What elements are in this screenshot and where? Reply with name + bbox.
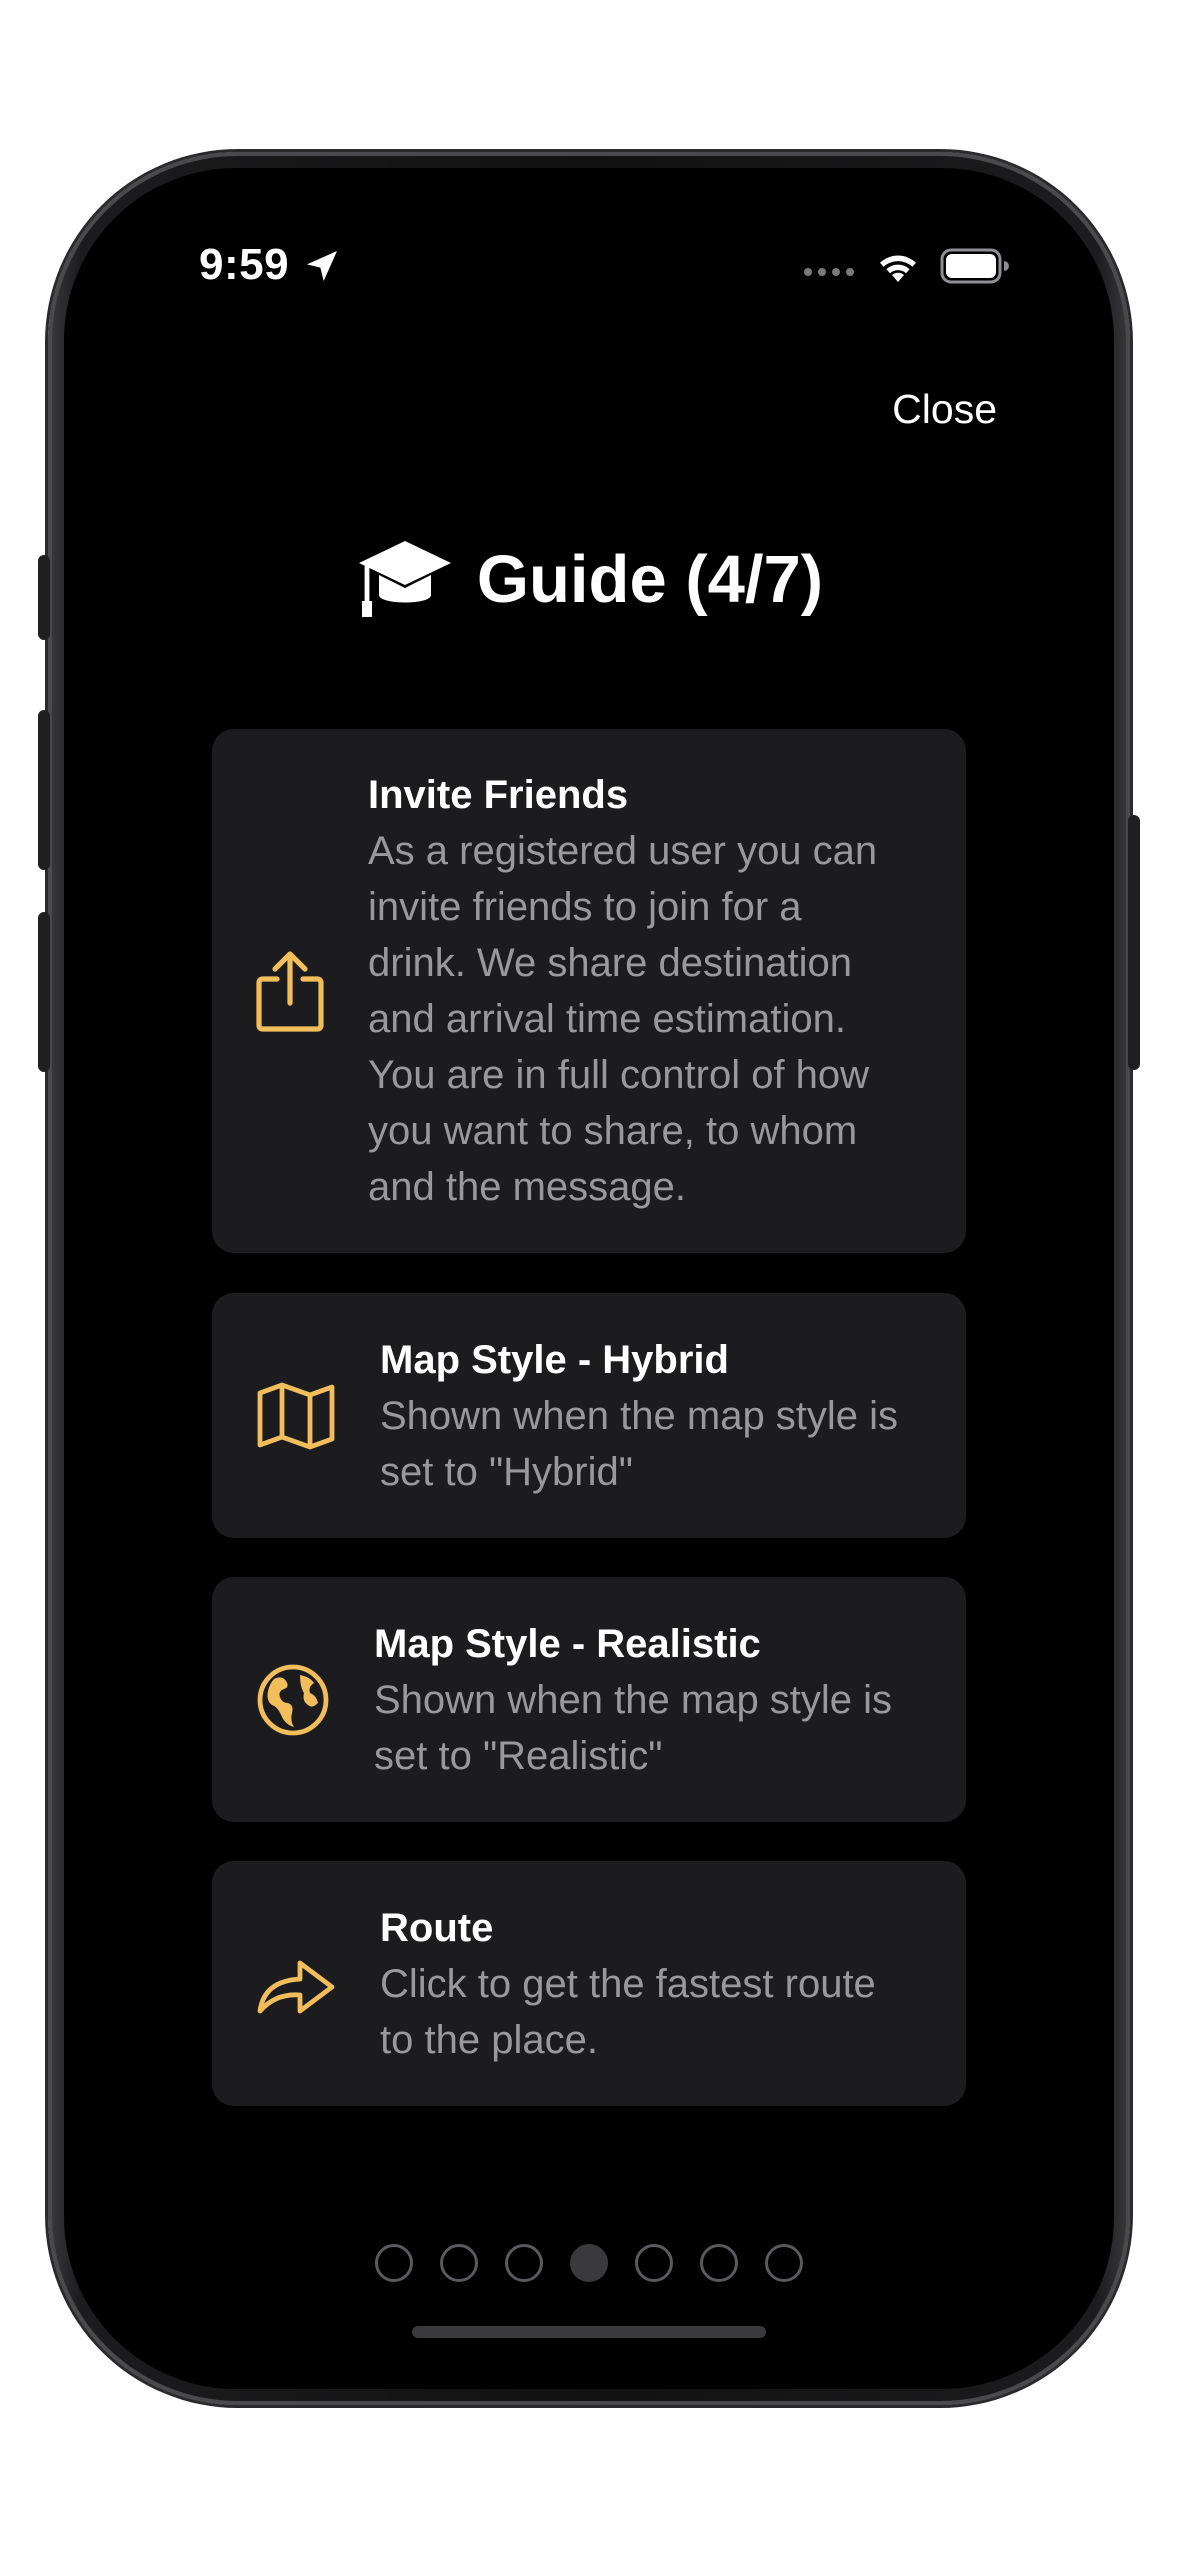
share-icon: [256, 951, 324, 1032]
card-title: Map Style - Hybrid: [380, 1337, 729, 1382]
card-text: Map Style - Hybrid Shown when the map st…: [380, 1332, 904, 1500]
card-text: Route Click to get the fastest route to …: [380, 1900, 904, 2068]
volume-down-button: [38, 912, 50, 1072]
page-dot[interactable]: [700, 2244, 738, 2282]
guide-card-invite-friends: Invite Friends As a registered user you …: [212, 729, 966, 1253]
mute-switch: [38, 555, 50, 640]
card-icon-wrap: [212, 1663, 374, 1737]
status-bar: 9:59: [64, 168, 1114, 298]
card-text: Invite Friends As a registered user you …: [368, 767, 904, 1215]
card-icon-wrap: [212, 1951, 380, 2017]
wifi-icon: [880, 255, 916, 282]
globe-icon: [257, 1664, 329, 1735]
guide-card-map-style-hybrid: Map Style - Hybrid Shown when the map st…: [212, 1293, 966, 1538]
page-dot[interactable]: [375, 2244, 413, 2282]
map-icon: [257, 1382, 335, 1449]
guide-card-route: Route Click to get the fastest route to …: [212, 1861, 966, 2106]
card-description: As a registered user you can invite frie…: [368, 829, 878, 1209]
close-button[interactable]: Close: [892, 386, 997, 433]
card-title: Map Style - Realistic: [374, 1621, 761, 1666]
page-dot[interactable]: [440, 2244, 478, 2282]
graduation-cap-icon: [358, 541, 451, 617]
location-arrow-icon: [307, 251, 337, 281]
card-description: Shown when the map style is set to "Hybr…: [380, 1393, 899, 1494]
battery-icon: [940, 248, 1009, 284]
card-icon-wrap: [212, 1381, 380, 1451]
screen: 9:59 Close Guide (4/7) Invite Friends As…: [64, 168, 1114, 2389]
card-title: Invite Friends: [368, 773, 629, 817]
page-title: Guide (4/7): [476, 541, 824, 617]
card-icon-wrap: [212, 949, 368, 1033]
card-description: Shown when the map style is set to "Real…: [374, 1677, 893, 1778]
card-text: Map Style - Realistic Shown when the map…: [374, 1616, 904, 1784]
volume-up-button: [38, 710, 50, 870]
card-description: Click to get the fastest route to the pl…: [380, 1961, 876, 2062]
cellular-dots-icon: [804, 268, 854, 276]
page-dot[interactable]: [635, 2244, 673, 2282]
page-indicator[interactable]: [64, 2244, 1114, 2282]
power-button: [1128, 815, 1140, 1070]
guide-card-map-style-realistic: Map Style - Realistic Shown when the map…: [212, 1577, 966, 1822]
home-indicator[interactable]: [412, 2326, 766, 2338]
page-header: Guide (4/7): [64, 533, 1114, 625]
page-dot[interactable]: [505, 2244, 543, 2282]
card-title: Route: [380, 1905, 494, 1950]
page-dot[interactable]: [570, 2244, 608, 2282]
status-time: 9:59: [199, 240, 290, 289]
page-dot[interactable]: [765, 2244, 803, 2282]
route-arrow-icon: [257, 1960, 335, 2013]
